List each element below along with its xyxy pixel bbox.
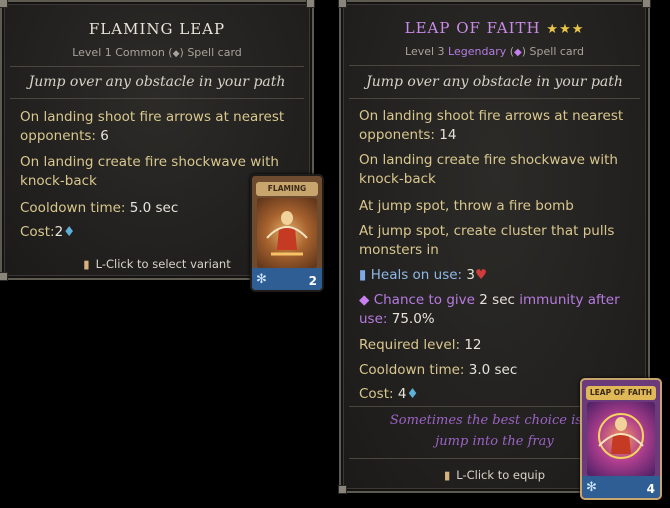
card-cost: 2 <box>308 274 317 288</box>
stat-label: On landing create fire shockwave with kn… <box>359 152 618 187</box>
stat-fire-arrows: On landing shoot fire arrows at nearest … <box>359 107 638 145</box>
stat-fire-arrows: On landing shoot fire arrows at nearest … <box>20 108 306 146</box>
card-banner: FLAMING LEAP <box>256 182 318 207</box>
rarity-text: Common <box>115 46 165 59</box>
fire-archer-icon <box>266 211 308 256</box>
stat-label: Cooldown time: <box>359 362 465 378</box>
stat-required-level: Required level: 12 <box>359 336 638 355</box>
card-type-text: Spell card <box>529 45 584 58</box>
stat-value: 3.0 sec <box>468 362 518 378</box>
stat-value: 3 <box>466 267 475 283</box>
stat-label: Heals on use: <box>370 267 463 283</box>
stat-label: At jump spot, create cluster that pulls … <box>359 223 615 258</box>
card-art <box>587 402 655 476</box>
card-art <box>257 198 317 268</box>
spell-card-flaming-leap[interactable]: FLAMING LEAP ✻ 2 <box>250 174 324 292</box>
card-banner: LEAP OF FAITH <box>586 386 656 400</box>
stat-label: On landing create fire shockwave with kn… <box>20 154 279 189</box>
footer-text: L-Click to equip <box>456 468 546 482</box>
tooltip-subtitle: Level 3 Legendary (◆) Spell card <box>341 45 648 58</box>
card-cost: 4 <box>646 482 655 496</box>
stat-label: Cost: <box>359 386 394 402</box>
frame-corner <box>338 485 347 494</box>
heart-icon: ♥ <box>474 267 488 283</box>
stat-label: Required level: <box>359 337 461 353</box>
divider <box>349 98 640 99</box>
stat-label: On landing shoot fire arrows at nearest … <box>359 108 624 143</box>
snowflake-icon: ✻ <box>586 480 597 495</box>
purple-gem-icon: ◆ <box>359 292 370 308</box>
tooltip-title: LEAP OF FAITH ★★★ <box>341 19 648 37</box>
footer-text: L-Click to select variant <box>95 257 231 271</box>
flavor-text: Jump over any obstacle in your path <box>366 74 623 90</box>
stat-value: 14 <box>439 127 457 143</box>
stat-value: 75.0% <box>391 311 435 327</box>
flavor-text: Jump over any obstacle in your path <box>28 74 286 90</box>
card-cost-bar: ✻ 2 <box>252 268 322 290</box>
rarity-text: Legendary <box>448 45 507 58</box>
card-cost-bar: ✻ 4 <box>582 476 660 498</box>
frame-corner <box>306 0 315 8</box>
stat-heals: ▮ Heals on use: 3♥ <box>359 266 638 285</box>
divider <box>10 98 304 99</box>
rating-stars-icon: ★★★ <box>546 22 585 37</box>
frame-corner <box>0 0 8 8</box>
stat-value: 12 <box>464 337 482 353</box>
stat-value: 2 sec <box>479 292 515 308</box>
stat-immunity: ◆ Chance to give 2 sec immunity after us… <box>359 291 638 329</box>
divider <box>10 66 304 67</box>
gem-outline-icon: (◆) <box>168 46 184 59</box>
title-text: LEAP OF FAITH <box>404 19 541 37</box>
mouse-icon: ▮ <box>83 257 90 271</box>
fire-archer-icon <box>598 413 644 459</box>
card-type-text: Spell card <box>187 46 242 59</box>
stat-value: 6 <box>100 128 109 144</box>
frame-corner <box>642 0 651 8</box>
stat-label: Cooldown time: <box>20 200 126 216</box>
stat-cluster: At jump spot, create cluster that pulls … <box>359 222 638 260</box>
frame-corner <box>0 272 8 281</box>
divider <box>349 65 640 66</box>
stat-value: 2 <box>54 224 64 240</box>
level-text: Level 3 <box>405 45 445 58</box>
stat-value: 5.0 sec <box>129 200 179 216</box>
stat-label: Cost: <box>20 224 55 240</box>
frame-corner <box>338 0 347 8</box>
mana-crystal-icon: ♦ <box>406 386 419 402</box>
purple-gem-icon: (◆) <box>509 45 527 58</box>
mana-crystal-icon: ♦ <box>63 224 76 240</box>
spell-card-leap-of-faith[interactable]: LEAP OF FAITH ✻ 4 <box>580 378 662 500</box>
stat-shockwave: On landing create fire shockwave with kn… <box>359 151 638 189</box>
potion-icon: ▮ <box>359 267 367 283</box>
mouse-icon: ▮ <box>443 468 451 482</box>
tooltip-subtitle: Level 1 Common (◆) Spell card <box>2 46 312 59</box>
stat-label: On landing shoot fire arrows at nearest … <box>20 109 285 144</box>
stat-label: Chance to give <box>373 292 475 308</box>
stat-label: At jump spot, throw a fire bomb <box>359 198 574 214</box>
tooltip-title: FLAMING LEAP <box>88 20 226 38</box>
snowflake-icon: ✻ <box>256 272 267 287</box>
stat-fire-bomb: At jump spot, throw a fire bomb <box>359 197 638 216</box>
level-text: Level 1 <box>72 46 112 59</box>
